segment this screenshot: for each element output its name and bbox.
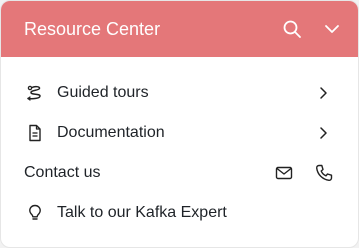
collapse-button[interactable] (318, 15, 346, 43)
header-title: Resource Center (24, 19, 161, 39)
chevron-right-icon (320, 127, 327, 139)
guided-tours-item[interactable]: Guided tours (1, 73, 358, 113)
chevron-down-icon (325, 25, 339, 33)
search-icon (283, 20, 301, 38)
guided-tours-icon (25, 84, 45, 102)
lightbulb-icon (25, 204, 45, 222)
documentation-label: Documentation (57, 124, 165, 141)
contact-us-label: Contact us (24, 164, 101, 181)
talk-to-expert-item[interactable]: Talk to our Kafka Expert (1, 193, 358, 233)
phone-icon[interactable] (314, 164, 334, 182)
contact-us-row: Contact us (1, 153, 358, 193)
document-icon (25, 124, 45, 142)
mail-icon[interactable] (274, 164, 294, 182)
talk-to-expert-label: Talk to our Kafka Expert (57, 204, 227, 221)
resource-center-panel: Resource Center Guided tours Documentati… (0, 0, 359, 248)
search-button[interactable] (278, 15, 306, 43)
documentation-item[interactable]: Documentation (1, 113, 358, 153)
guided-tours-label: Guided tours (57, 84, 149, 101)
chevron-right-icon (320, 87, 327, 99)
resource-center-header: Resource Center (1, 1, 358, 57)
